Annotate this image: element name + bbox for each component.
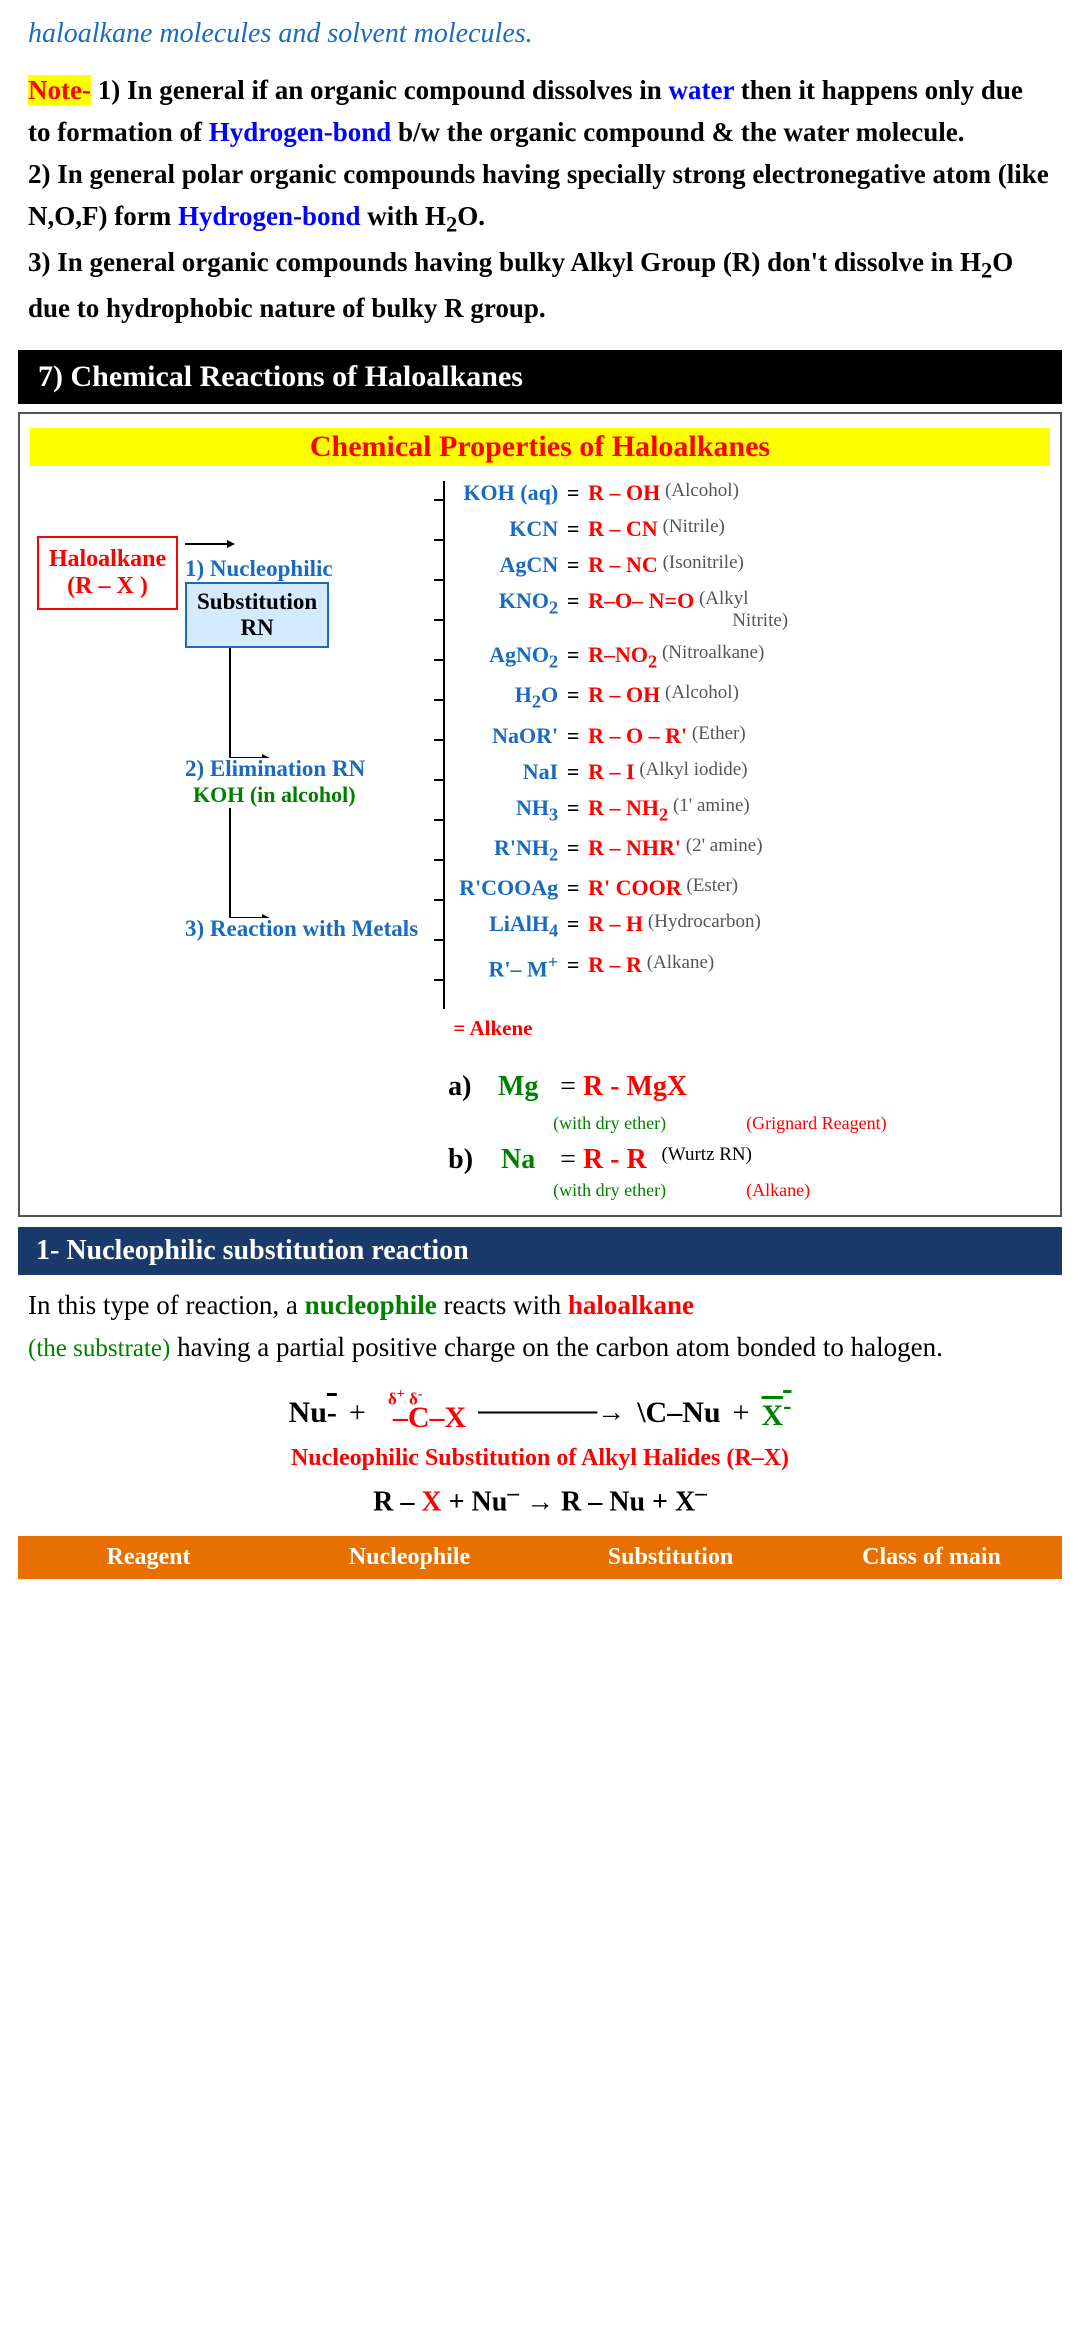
note-label: Note- bbox=[28, 75, 91, 105]
elimination-reagent: KOH (in alcohol) bbox=[193, 782, 365, 808]
plus-sign: + bbox=[349, 1396, 366, 1430]
top-intro-text: haloalkane molecules and solvent molecul… bbox=[0, 0, 1080, 60]
table-col-reagent: Reagent bbox=[18, 1542, 279, 1573]
rxn-formula-title: Nucleophilic Substitution of Alkyl Halid… bbox=[291, 1445, 789, 1472]
elimination-title: 2) Elimination RN bbox=[185, 756, 365, 782]
table-col-class: Class of main bbox=[801, 1542, 1062, 1573]
reagent-row-agno2: AgNO2 = R–NO2 (Nitroalkane) bbox=[448, 642, 788, 672]
chemical-properties-diagram: Chemical Properties of Haloalkanes Haloa… bbox=[18, 412, 1062, 1217]
reagent-row-kno2: KNO2 = R–O– N=O (Alkyl Nitrite) bbox=[448, 588, 788, 632]
reagent-row-nai: NaI = R – I (Alkyl iodide) bbox=[448, 759, 788, 785]
reagent-row-lialh4: LiAlH4 = R – H (Hydrocarbon) bbox=[448, 911, 788, 941]
reagent-row-rnh2: R'NH2 = R – NHR' (2' amine) bbox=[448, 835, 788, 865]
body-text-nucleophilic: In this type of reaction, a nucleophile … bbox=[0, 1275, 1080, 1375]
table-col-substitution: Substitution bbox=[540, 1542, 801, 1573]
metals-title: 3) Reaction with Metals bbox=[185, 916, 418, 942]
reagent-row-agcn: AgCN = R – NC (Isonitrile) bbox=[448, 552, 788, 578]
sub-section-header: 1- Nucleophilic substitution reaction bbox=[18, 1227, 1062, 1275]
reagent-row-kcn: KCN = R – CN (Nitrile) bbox=[448, 516, 788, 542]
section7-header: 7) Chemical Reactions of Haloalkanes bbox=[18, 350, 1062, 404]
nucleophilic-title: 1) Nucleophilic bbox=[185, 556, 333, 582]
c-nu: \C–Nu bbox=[637, 1396, 720, 1430]
table-header: Reagent Nucleophile Substitution Class o… bbox=[18, 1536, 1062, 1579]
cx-group: δ+ δ- –C–X bbox=[378, 1391, 466, 1435]
elimination-product: = Alkene bbox=[448, 1016, 1050, 1041]
substitution-box: SubstitutionRN bbox=[185, 582, 329, 648]
reagent-row-rmprime: R'– M+ = R – R (Alkane) bbox=[448, 952, 788, 982]
reagent-row-h2o: H2O = R – OH (Alcohol) bbox=[448, 682, 788, 712]
reaction-arrow: ──────→ bbox=[478, 1397, 625, 1429]
arrow-to-nucleophilic bbox=[185, 534, 235, 554]
note-point3: 3) In general organic compounds having b… bbox=[28, 247, 1013, 323]
haloalkane-box: Haloalkane(R – X ) bbox=[37, 536, 178, 610]
vertical-connector2 bbox=[225, 808, 275, 918]
reagent-row-koh: KOH (aq) = R – OH (Alcohol) bbox=[448, 480, 788, 506]
metals-products: a) Mg = R - MgX (with dry ether) (Grigna… bbox=[448, 1071, 1050, 1201]
reagent-row-naor: NaOR' = R – O – R' (Ether) bbox=[448, 723, 788, 749]
plus-sign2: + bbox=[733, 1396, 750, 1430]
vertical-connector bbox=[225, 648, 275, 758]
table-col-nucleophile: Nucleophile bbox=[279, 1542, 540, 1573]
x-minus: X- bbox=[761, 1393, 791, 1433]
reagent-row-nh3: NH3 = R – NH2 (1' amine) bbox=[448, 795, 788, 825]
rxn-formula-eq: R – X + Nu– → R – Nu + X– bbox=[373, 1480, 707, 1518]
note-point1: 1) In general if an organic compound dis… bbox=[28, 75, 1023, 147]
note-point2: 2) In general polar organic compounds ha… bbox=[28, 159, 1049, 231]
nucleophilic-bracket bbox=[426, 480, 448, 1010]
note-block: Note- 1) In general if an organic compou… bbox=[0, 60, 1080, 340]
nucleophilic-equation-diagram: Nu- + δ+ δ- –C–X ──────→ \C–Nu + X- Nucl… bbox=[0, 1375, 1080, 1526]
nu-minus: Nu- bbox=[289, 1396, 337, 1430]
reagent-row-rcooag: R'COOAg = R' COOR (Ester) bbox=[448, 875, 788, 901]
diagram-title: Chemical Properties of Haloalkanes bbox=[30, 428, 1050, 466]
